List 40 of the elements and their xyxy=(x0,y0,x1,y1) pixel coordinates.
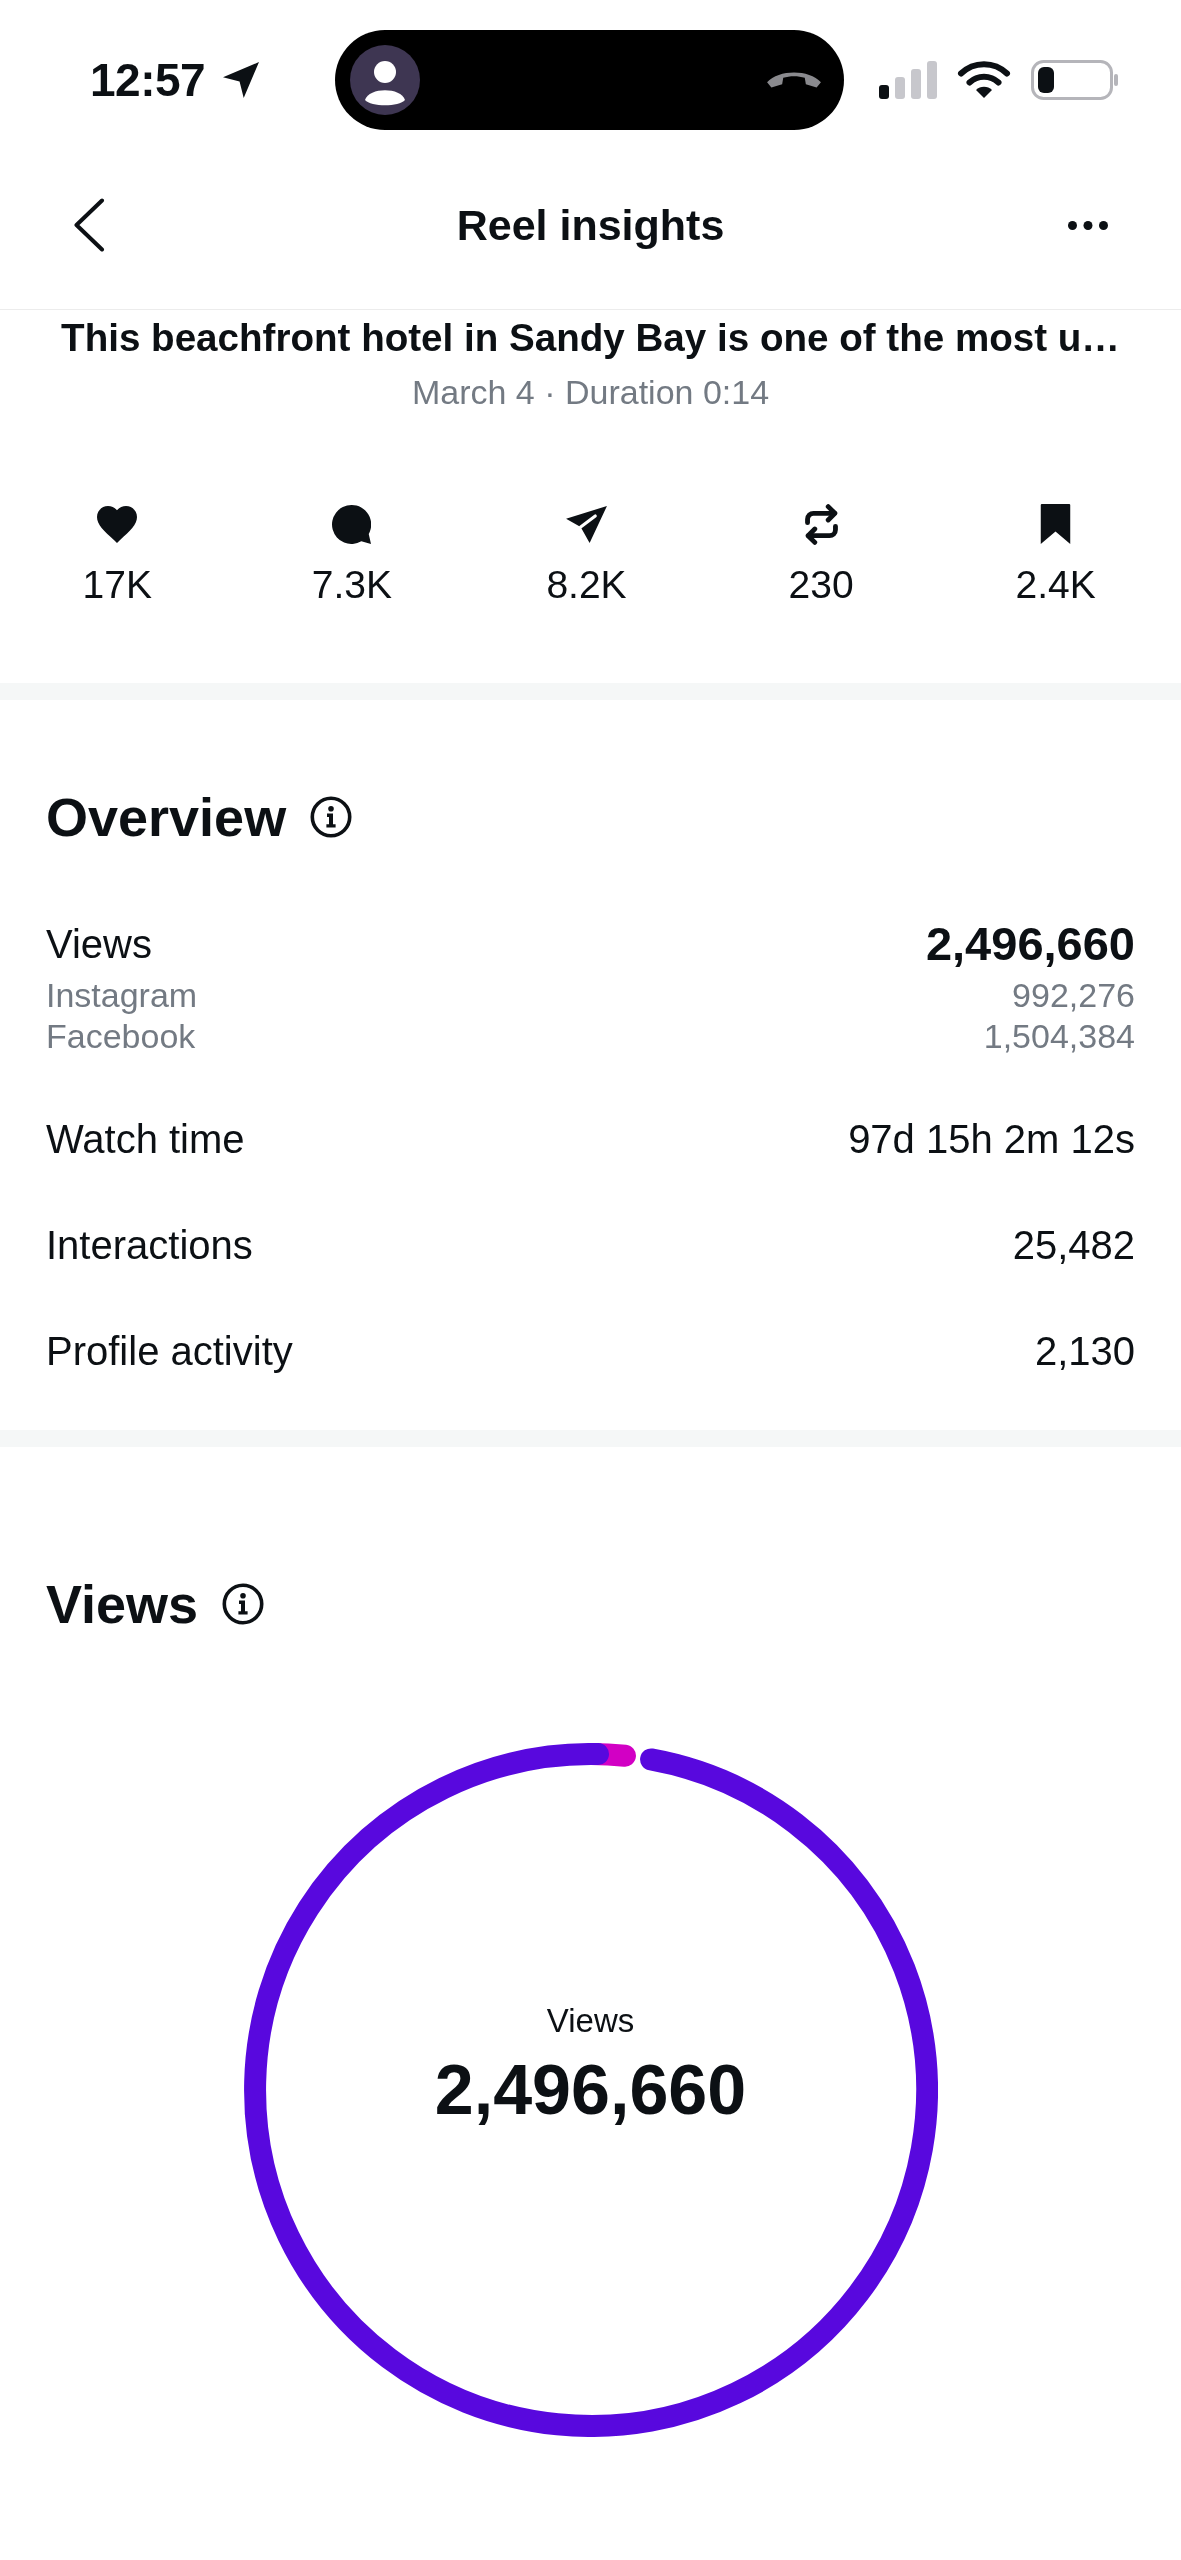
engagement-count: 17K xyxy=(82,562,152,608)
more-options-button[interactable] xyxy=(1068,220,1108,230)
engagement-count: 230 xyxy=(788,562,854,608)
metric-value: 2,130 xyxy=(1034,1328,1135,1375)
chart-center-value: 2,496,660 xyxy=(434,2050,747,2130)
metric-label: Interactions xyxy=(46,1222,253,1269)
section-title: Views xyxy=(46,1573,199,1636)
post-meta: March 4 · Duration 0:14 xyxy=(411,372,770,412)
metric-value: 97d 15h 2m 12s xyxy=(848,1116,1135,1163)
chart-center-label: Views xyxy=(546,2001,635,2041)
engagement-count: 7.3K xyxy=(311,562,392,608)
speech-bubble-icon xyxy=(332,504,372,544)
metric-value: 25,482 xyxy=(1012,1222,1135,1269)
info-icon[interactable] xyxy=(310,796,353,838)
engagement-count: 2.4K xyxy=(1015,562,1096,608)
battery-icon xyxy=(1031,60,1119,100)
phone-hang-up-icon xyxy=(766,70,822,90)
paper-plane-icon xyxy=(566,505,607,543)
metric-value: 2,496,660 xyxy=(925,920,1135,968)
info-icon[interactable] xyxy=(222,1583,265,1625)
breakdown-label: Facebook xyxy=(46,1016,196,1057)
signal-icon xyxy=(879,61,937,99)
screen-title: Reel insights xyxy=(456,200,725,251)
wifi-icon xyxy=(957,60,1011,100)
heart-icon xyxy=(97,505,138,543)
clock-time: 12:57 xyxy=(90,53,206,108)
post-caption: This beachfront hotel in Sandy Bay is one of the most u… xyxy=(61,316,1120,360)
metric-label: Watch time xyxy=(46,1116,245,1163)
metric-label: Views xyxy=(46,921,152,968)
engagement-count: 8.2K xyxy=(546,562,627,608)
location-arrow-icon xyxy=(223,62,260,98)
metric-label: Profile activity xyxy=(46,1328,293,1375)
section-title: Overview xyxy=(46,786,287,849)
breakdown-value: 992,276 xyxy=(1012,975,1135,1016)
breakdown-label: Instagram xyxy=(46,975,198,1016)
repost-icon xyxy=(803,503,839,545)
bookmark-icon xyxy=(1040,504,1072,544)
avatar-icon xyxy=(350,45,420,115)
breakdown-value: 1,504,384 xyxy=(983,1016,1135,1057)
back-button[interactable] xyxy=(73,198,105,252)
